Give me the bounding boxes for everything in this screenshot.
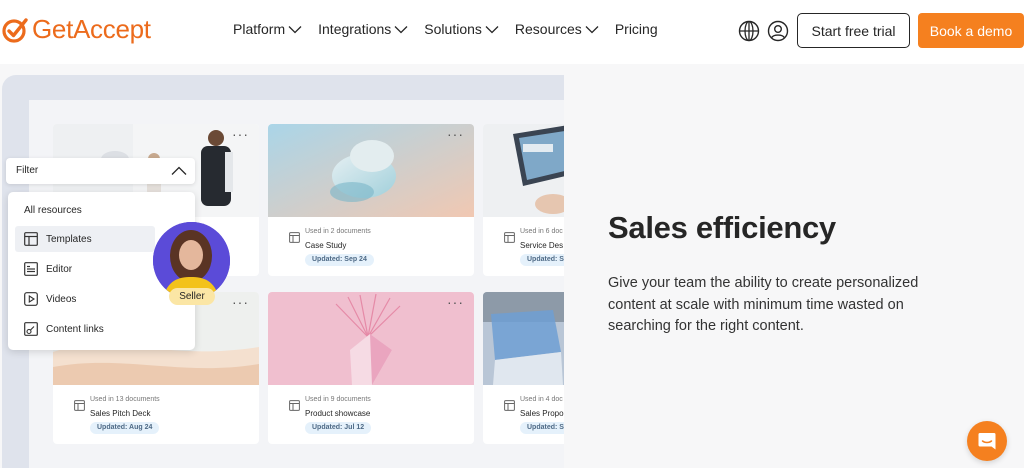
card-usage: Used in 4 doc	[520, 396, 563, 403]
nav-label: Integrations	[318, 21, 392, 37]
chevron-down-icon	[485, 25, 499, 33]
nav-label: Pricing	[614, 21, 658, 37]
filter-dropdown[interactable]: Filter	[6, 158, 195, 184]
card-usage: Used in 6 doc	[520, 228, 563, 235]
card-title: Service Des	[520, 241, 564, 250]
menu-item-label: Editor	[46, 263, 73, 275]
chevron-down-icon	[585, 25, 599, 33]
card-updated-badge: Updated: Se	[520, 422, 564, 434]
nav-integrations[interactable]: Integrations	[318, 21, 408, 37]
chevron-down-icon	[394, 25, 408, 33]
video-icon	[24, 292, 38, 306]
menu-all-resources[interactable]: All resources	[24, 205, 82, 216]
logo-check-icon	[2, 17, 28, 43]
user-icon[interactable]	[767, 20, 789, 42]
resource-card[interactable]: ··· Used in 2 documents Case Study Updat…	[268, 124, 474, 276]
link-doc-icon	[24, 322, 38, 336]
template-icon	[504, 232, 515, 243]
nav-label: Resources	[514, 21, 582, 37]
card-updated-badge: Updated: Sep 24	[305, 254, 374, 266]
start-free-trial-button[interactable]: Start free trial	[797, 13, 910, 48]
template-icon	[289, 232, 300, 243]
template-icon	[24, 232, 38, 246]
globe-icon[interactable]	[738, 20, 760, 42]
menu-item-content-links[interactable]: Content links	[15, 316, 155, 342]
editor-icon	[24, 262, 38, 276]
nav-solutions[interactable]: Solutions	[424, 21, 499, 37]
menu-item-videos[interactable]: Videos	[15, 286, 155, 312]
card-usage: Used in 2 documents	[305, 228, 371, 235]
card-title: Product showcase	[305, 409, 371, 418]
card-title: Sales Propo	[520, 409, 564, 418]
chat-launcher-button[interactable]	[967, 421, 1007, 461]
chevron-down-icon	[288, 25, 302, 33]
nav-pricing[interactable]: Pricing	[615, 21, 658, 37]
menu-item-label: Videos	[46, 293, 77, 305]
card-title: Sales Pitch Deck	[90, 409, 151, 418]
card-image-crystal	[268, 292, 474, 385]
card-title: Case Study	[305, 241, 347, 250]
card-menu-icon[interactable]: ···	[447, 294, 464, 310]
template-icon	[289, 400, 300, 411]
menu-item-templates[interactable]: Templates	[15, 226, 155, 252]
card-updated-badge: Updated: Se	[520, 254, 564, 266]
logo-text: GetAccept	[32, 14, 151, 44]
resource-card[interactable]: ··· Used in 6 doc Service Des Updated: S…	[483, 124, 564, 276]
chat-icon	[978, 433, 996, 450]
site-header: GetAccept Platform Integrations Solution…	[0, 0, 1024, 64]
card-image-glass-box	[483, 292, 564, 385]
menu-item-label: Templates	[46, 233, 92, 245]
template-icon	[74, 400, 85, 411]
resource-card[interactable]: ··· Used in 4 doc Sales Propo Updated: S…	[483, 292, 564, 444]
card-usage: Used in 13 documents	[90, 396, 160, 403]
book-demo-button[interactable]: Book a demo	[918, 13, 1024, 48]
card-updated-badge: Updated: Aug 24	[90, 422, 160, 434]
filter-label: Filter	[16, 165, 39, 176]
chevron-up-icon	[171, 166, 187, 175]
nav-label: Solutions	[424, 21, 482, 37]
menu-item-editor[interactable]: Editor	[15, 256, 155, 282]
getaccept-logo[interactable]: GetAccept	[2, 14, 151, 45]
card-menu-icon[interactable]: ···	[232, 294, 249, 310]
nav-platform[interactable]: Platform	[233, 21, 302, 37]
template-icon	[504, 400, 515, 411]
nav-label: Platform	[233, 21, 286, 37]
menu-item-label: Content links	[46, 323, 104, 335]
card-usage: Used in 9 documents	[305, 396, 371, 403]
card-menu-icon[interactable]: ···	[232, 126, 249, 142]
card-image-abstract-shape	[268, 124, 474, 217]
nav-resources[interactable]: Resources	[515, 21, 599, 37]
section-title: Sales efficiency	[608, 210, 836, 245]
resource-card[interactable]: ··· Used in 9 documents Product showcase…	[268, 292, 474, 444]
card-image-laptop	[483, 124, 564, 217]
card-menu-icon[interactable]: ···	[447, 126, 464, 142]
main-nav: Platform Integrations Solutions Resource…	[233, 21, 658, 37]
seller-badge: Seller	[169, 288, 215, 305]
card-updated-badge: Updated: Jul 12	[305, 422, 372, 434]
section-description: Give your team the ability to create per…	[608, 275, 919, 334]
